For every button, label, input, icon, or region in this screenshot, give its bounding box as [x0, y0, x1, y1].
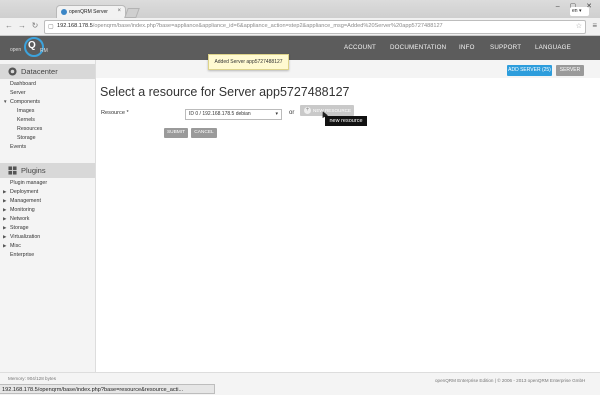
- server-button[interactable]: SERVER: [556, 65, 584, 76]
- back-icon[interactable]: ←: [4, 21, 14, 31]
- plugins-header[interactable]: Plugins: [0, 163, 95, 178]
- browser-tab[interactable]: openQRM Server ×: [56, 5, 126, 19]
- sidebar-item-plugin-manager[interactable]: Plugin manager: [10, 180, 47, 186]
- logo-suffix: RM: [40, 48, 48, 54]
- plugins-grid-icon: [8, 166, 17, 175]
- sidebar-item-virtualization[interactable]: ▶ Virtualization: [3, 234, 41, 240]
- status-bar-url: 192.168.178.5/openqrm/base/index.php?bas…: [0, 384, 215, 394]
- favicon-icon: [61, 9, 67, 15]
- datacenter-title: Datacenter: [21, 67, 58, 76]
- language-select[interactable]: en ▾: [570, 7, 589, 16]
- collapsed-triangle-icon: ▶: [3, 234, 7, 239]
- sidebar-item-label: Deployment: [10, 189, 39, 195]
- collapsed-triangle-icon: ▶: [3, 243, 7, 248]
- page-icon: ▢: [48, 24, 54, 30]
- sidebar-item-management[interactable]: ▶ Management: [3, 198, 41, 204]
- plus-icon: +: [304, 107, 311, 114]
- sidebar-item-kernels[interactable]: Kernels: [17, 117, 35, 123]
- collapsed-triangle-icon: ▶: [3, 189, 7, 194]
- sidebar-item-events[interactable]: Events: [10, 144, 26, 150]
- copyright: openQRM Enterprise Edition | © 2006 - 20…: [435, 378, 586, 383]
- sidebar-item-deployment[interactable]: ▶ Deployment: [3, 189, 39, 195]
- or-label: or: [289, 110, 295, 116]
- datacenter-header[interactable]: Datacenter: [0, 64, 95, 79]
- dropdown-arrow-icon: ▾: [275, 111, 278, 117]
- nav-account[interactable]: ACCOUNT: [344, 44, 376, 51]
- tooltip: new resource: [325, 116, 367, 126]
- notification-toast: Added Server app5727488127: [208, 54, 289, 70]
- app-header: open Q RM ACCOUNT DOCUMENTATION INFO SUP…: [0, 36, 600, 60]
- resource-label: Resource *: [101, 110, 129, 116]
- sidebar-item-components[interactable]: ▼ Components: [3, 99, 41, 105]
- new-resource-label: NEW RESOURCE: [313, 108, 352, 113]
- page-title: Select a resource for Server app57274881…: [100, 85, 350, 99]
- plugins-title: Plugins: [21, 166, 46, 175]
- sidebar-item-label: Management: [10, 198, 41, 204]
- logo-q: Q: [28, 40, 36, 51]
- sidebar-item-server[interactable]: Server: [10, 90, 26, 96]
- sidebar-item-misc[interactable]: ▶ Misc: [3, 243, 21, 249]
- bookmark-star-icon[interactable]: ☆: [576, 22, 582, 30]
- address-bar[interactable]: ▢ 192.168.178.5/openqrm/base/index.php?b…: [44, 20, 586, 34]
- sidebar-item-monitoring[interactable]: ▶ Monitoring: [3, 207, 35, 213]
- collapsed-triangle-icon: ▶: [3, 216, 7, 221]
- sidebar-item-network[interactable]: ▶ Network: [3, 216, 30, 222]
- reload-icon[interactable]: ↻: [30, 21, 40, 31]
- sidebar-item-label: Components: [10, 99, 41, 105]
- memory-info: Memory: 904/128 bytes: [8, 376, 57, 381]
- sidebar-item-label: Monitoring: [10, 207, 35, 213]
- language-value: en: [572, 8, 578, 14]
- browser-menu-icon[interactable]: ≡: [592, 21, 597, 30]
- close-tab-icon[interactable]: ×: [117, 8, 121, 14]
- sidebar-item-storage-plugins[interactable]: ▶ Storage: [3, 225, 29, 231]
- resource-select[interactable]: ID 0 / 192.168.178.5 debian ▾: [185, 109, 282, 120]
- browser-tab-title: openQRM Server: [69, 9, 108, 15]
- forward-icon[interactable]: →: [17, 21, 27, 31]
- collapsed-triangle-icon: ▶: [3, 198, 7, 203]
- nav-info[interactable]: INFO: [459, 44, 475, 51]
- sidebar-item-storage[interactable]: Storage: [17, 135, 36, 141]
- sidebar-item-label: Storage: [10, 225, 29, 231]
- datacenter-icon: [8, 67, 17, 76]
- sidebar-item-label: Misc: [10, 243, 21, 249]
- resource-selected-value: ID 0 / 192.168.178.5 debian: [189, 111, 251, 117]
- openqrm-logo[interactable]: open Q RM: [10, 37, 54, 58]
- add-server-button[interactable]: ADD SERVER (25): [507, 65, 552, 76]
- nav-language-label: LANGUAGE: [535, 44, 571, 51]
- sidebar-item-label: Network: [10, 216, 30, 222]
- sidebar-item-resources[interactable]: Resources: [17, 126, 42, 132]
- expanded-triangle-icon: ▼: [3, 99, 8, 104]
- collapsed-triangle-icon: ▶: [3, 225, 7, 230]
- logo-prefix: open: [10, 47, 22, 53]
- sidebar-item-label: Virtualization: [10, 234, 41, 240]
- nav-support[interactable]: SUPPORT: [490, 44, 521, 51]
- sidebar-item-images[interactable]: Images: [17, 108, 34, 114]
- nav-documentation[interactable]: DOCUMENTATION: [390, 44, 446, 51]
- sidebar-item-dashboard[interactable]: Dashboard: [10, 81, 36, 87]
- sidebar-item-enterprise[interactable]: Enterprise: [10, 252, 34, 258]
- collapsed-triangle-icon: ▶: [3, 207, 7, 212]
- submit-button[interactable]: SUBMIT: [164, 128, 188, 138]
- address-url: 192.168.178.5/openqrm/base/index.php?bas…: [57, 23, 443, 29]
- browser-toolbar: ← → ↻ ▢ 192.168.178.5/openqrm/base/index…: [0, 18, 600, 36]
- cancel-button[interactable]: CANCEL: [191, 128, 217, 138]
